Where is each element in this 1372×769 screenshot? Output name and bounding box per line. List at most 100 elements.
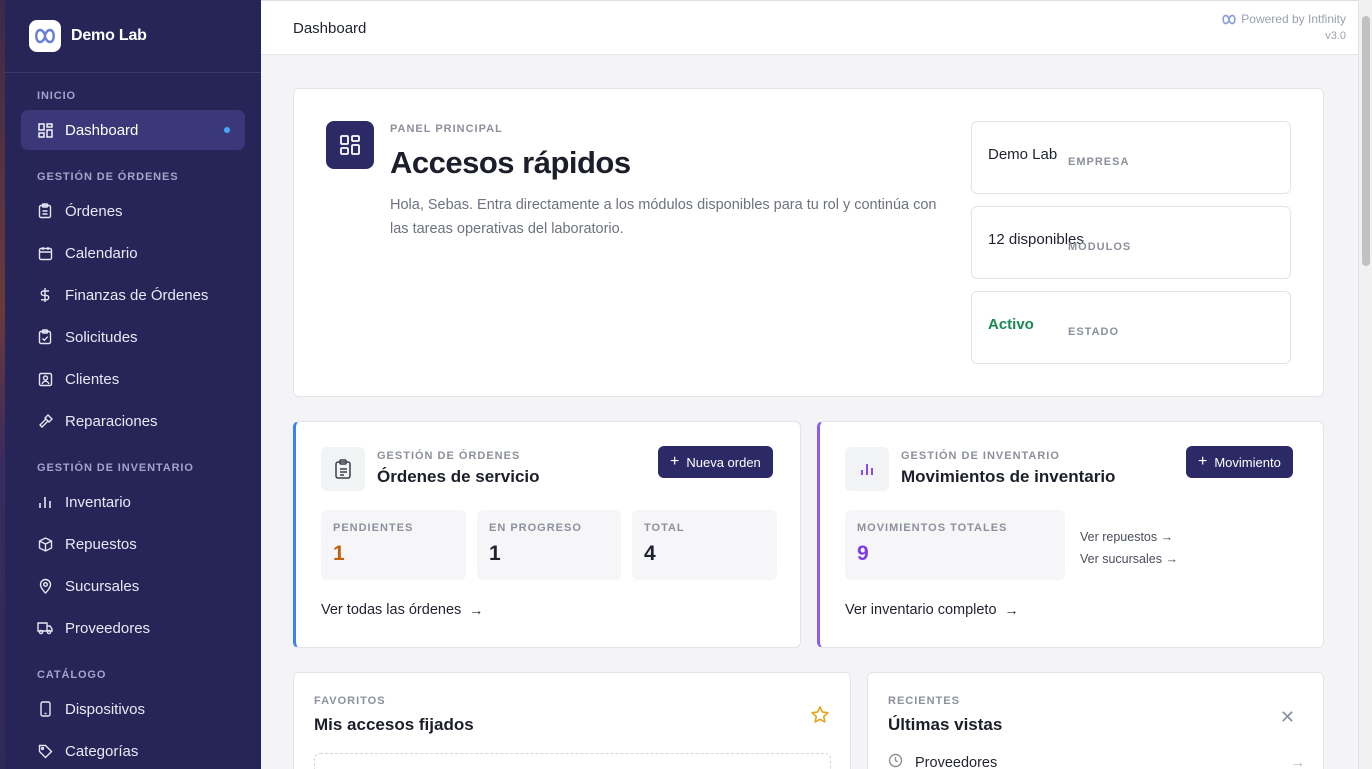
sidebar-item-categorias[interactable]: Categorías	[21, 731, 245, 769]
grid-icon	[326, 121, 374, 169]
sidebar-item-sucursales[interactable]: Sucursales	[21, 566, 245, 606]
stat-total: TOTAL 4	[632, 510, 777, 580]
recent-item-label: Proveedores	[915, 754, 998, 769]
section-label-inventario: GESTIÓN DE INVENTARIO	[37, 462, 194, 474]
hero-title: Accesos rápidos	[390, 145, 631, 180]
clock-icon	[888, 753, 903, 769]
calendar-icon	[37, 245, 53, 261]
sidebar-item-label: Categorías	[65, 742, 139, 760]
new-movement-button[interactable]: + Movimiento	[1186, 446, 1293, 478]
sidebar-item-label: Sucursales	[65, 577, 140, 595]
inventory-side-links: Ver repuestos → Ver sucursales →	[1080, 526, 1178, 570]
intfinity-logo-icon	[1221, 14, 1237, 25]
stat-pendientes: PENDIENTES 1	[321, 510, 466, 580]
map-pin-icon	[37, 578, 53, 594]
sidebar-item-label: Dispositivos	[65, 700, 146, 718]
orders-title: Órdenes de servicio	[377, 467, 540, 486]
stat-label: TOTAL	[644, 522, 685, 534]
sidebar-item-repuestos[interactable]: Repuestos	[21, 524, 245, 564]
view-all-orders-link[interactable]: Ver todas las órdenes →	[321, 602, 483, 618]
orders-module-card: GESTIÓN DE ÓRDENES Órdenes de servicio +…	[293, 421, 801, 648]
star-icon[interactable]	[810, 705, 830, 730]
favorites-dropzone	[314, 753, 831, 769]
sidebar-item-reparaciones[interactable]: Reparaciones	[21, 401, 245, 441]
link-label: Ver inventario completo	[845, 602, 997, 618]
hammer-icon	[37, 413, 53, 429]
sidebar: Demo Lab INICIO Dashboard GESTIÓN DE ÓRD…	[0, 0, 261, 769]
section-label-ordenes: GESTIÓN DE ÓRDENES	[37, 171, 179, 183]
sidebar-item-label: Inventario	[65, 493, 131, 511]
sidebar-item-finanzas[interactable]: Finanzas de Órdenes	[21, 275, 245, 315]
stat-value: 1	[489, 542, 501, 565]
sidebar-item-solicitudes[interactable]: Solicitudes	[21, 317, 245, 357]
new-order-button[interactable]: + Nueva orden	[658, 446, 773, 478]
stat-en-progreso: EN PROGRESO 1	[477, 510, 621, 580]
sidebar-item-proveedores[interactable]: Proveedores	[21, 608, 245, 648]
recent-item-proveedores[interactable]: Proveedores →	[888, 753, 1305, 769]
sidebar-item-dashboard[interactable]: Dashboard	[21, 110, 245, 150]
truck-icon	[37, 620, 53, 636]
hero-eyebrow: PANEL PRINCIPAL	[390, 123, 503, 135]
sidebar-item-label: Calendario	[65, 244, 138, 262]
favorites-card: FAVORITOS Mis accesos fijados	[293, 672, 851, 769]
contact-icon	[37, 371, 53, 387]
close-icon[interactable]: ✕	[1280, 707, 1295, 728]
arrow-right-icon: →	[469, 602, 484, 618]
orders-eyebrow: GESTIÓN DE ÓRDENES	[377, 450, 521, 462]
stat-label: MOVIMIENTOS TOTALES	[857, 522, 1008, 534]
page-scrollbar[interactable]	[1358, 0, 1372, 769]
stat-modulos: MÓDULOS 12 disponibles	[971, 206, 1291, 279]
plus-icon: +	[1198, 453, 1208, 470]
inventory-module-card: GESTIÓN DE INVENTARIO Movimientos de inv…	[817, 421, 1324, 648]
sidebar-item-label: Órdenes	[65, 202, 123, 220]
stat-label: EMPRESA	[1068, 156, 1130, 168]
scrollbar-thumb[interactable]	[1362, 16, 1370, 266]
brand[interactable]: Demo Lab	[29, 20, 147, 52]
stat-label: MÓDULOS	[1068, 241, 1132, 253]
sidebar-divider	[5, 72, 261, 73]
clipboard-icon	[37, 203, 53, 219]
view-sucursales-link[interactable]: Ver sucursales →	[1080, 548, 1178, 570]
tag-icon	[37, 743, 53, 759]
sidebar-item-label: Reparaciones	[65, 412, 158, 430]
page-title: Dashboard	[293, 20, 367, 37]
powered-by: Powered by Intfinity v3.0	[1221, 11, 1346, 45]
topbar: Dashboard Powered by Intfinity v3.0	[261, 0, 1358, 55]
sidebar-item-dispositivos[interactable]: Dispositivos	[21, 689, 245, 729]
recent-eyebrow: RECIENTES	[888, 695, 960, 707]
sidebar-item-label: Solicitudes	[65, 328, 138, 346]
clipboard-list-icon	[321, 447, 365, 491]
new-movement-label: Movimiento	[1214, 454, 1281, 470]
favorites-eyebrow: FAVORITOS	[314, 695, 386, 707]
sidebar-item-inventario[interactable]: Inventario	[21, 482, 245, 522]
stat-value: 9	[857, 542, 869, 565]
stat-label: EN PROGRESO	[489, 522, 582, 534]
active-indicator	[224, 127, 230, 133]
quick-access-panel: PANEL PRINCIPAL Accesos rápidos Hola, Se…	[293, 88, 1324, 397]
dollar-icon	[37, 287, 53, 303]
stat-movimientos: MOVIMIENTOS TOTALES 9	[845, 510, 1065, 580]
hero-description: Hola, Sebas. Entra directamente a los mó…	[390, 197, 937, 237]
sidebar-item-label: Repuestos	[65, 535, 137, 553]
link-label: Ver todas las órdenes	[321, 602, 462, 618]
sidebar-item-calendario[interactable]: Calendario	[21, 233, 245, 273]
brand-name: Demo Lab	[71, 27, 147, 44]
view-inventory-link[interactable]: Ver inventario completo →	[845, 602, 1019, 618]
powered-text: Powered by Intfinity	[1241, 12, 1346, 26]
smartphone-icon	[37, 701, 53, 717]
stat-label: ESTADO	[1068, 326, 1120, 338]
recent-title: Últimas vistas	[888, 715, 1003, 734]
sidebar-item-ordenes[interactable]: Órdenes	[21, 191, 245, 231]
sidebar-item-label: Finanzas de Órdenes	[65, 286, 209, 304]
new-order-label: Nueva orden	[686, 454, 761, 470]
sidebar-edge	[0, 0, 5, 769]
stat-empresa: EMPRESA Demo Lab	[971, 121, 1291, 194]
arrow-right-icon: →	[1004, 602, 1019, 618]
section-label-inicio: INICIO	[37, 90, 77, 102]
sidebar-item-clientes[interactable]: Clientes	[21, 359, 245, 399]
dashboard-icon	[37, 122, 53, 138]
recent-card: RECIENTES Últimas vistas ✕ Proveedores →	[867, 672, 1324, 769]
view-repuestos-link[interactable]: Ver repuestos →	[1080, 526, 1178, 548]
bar-chart-icon	[37, 494, 53, 510]
clipboard-check-icon	[37, 329, 53, 345]
